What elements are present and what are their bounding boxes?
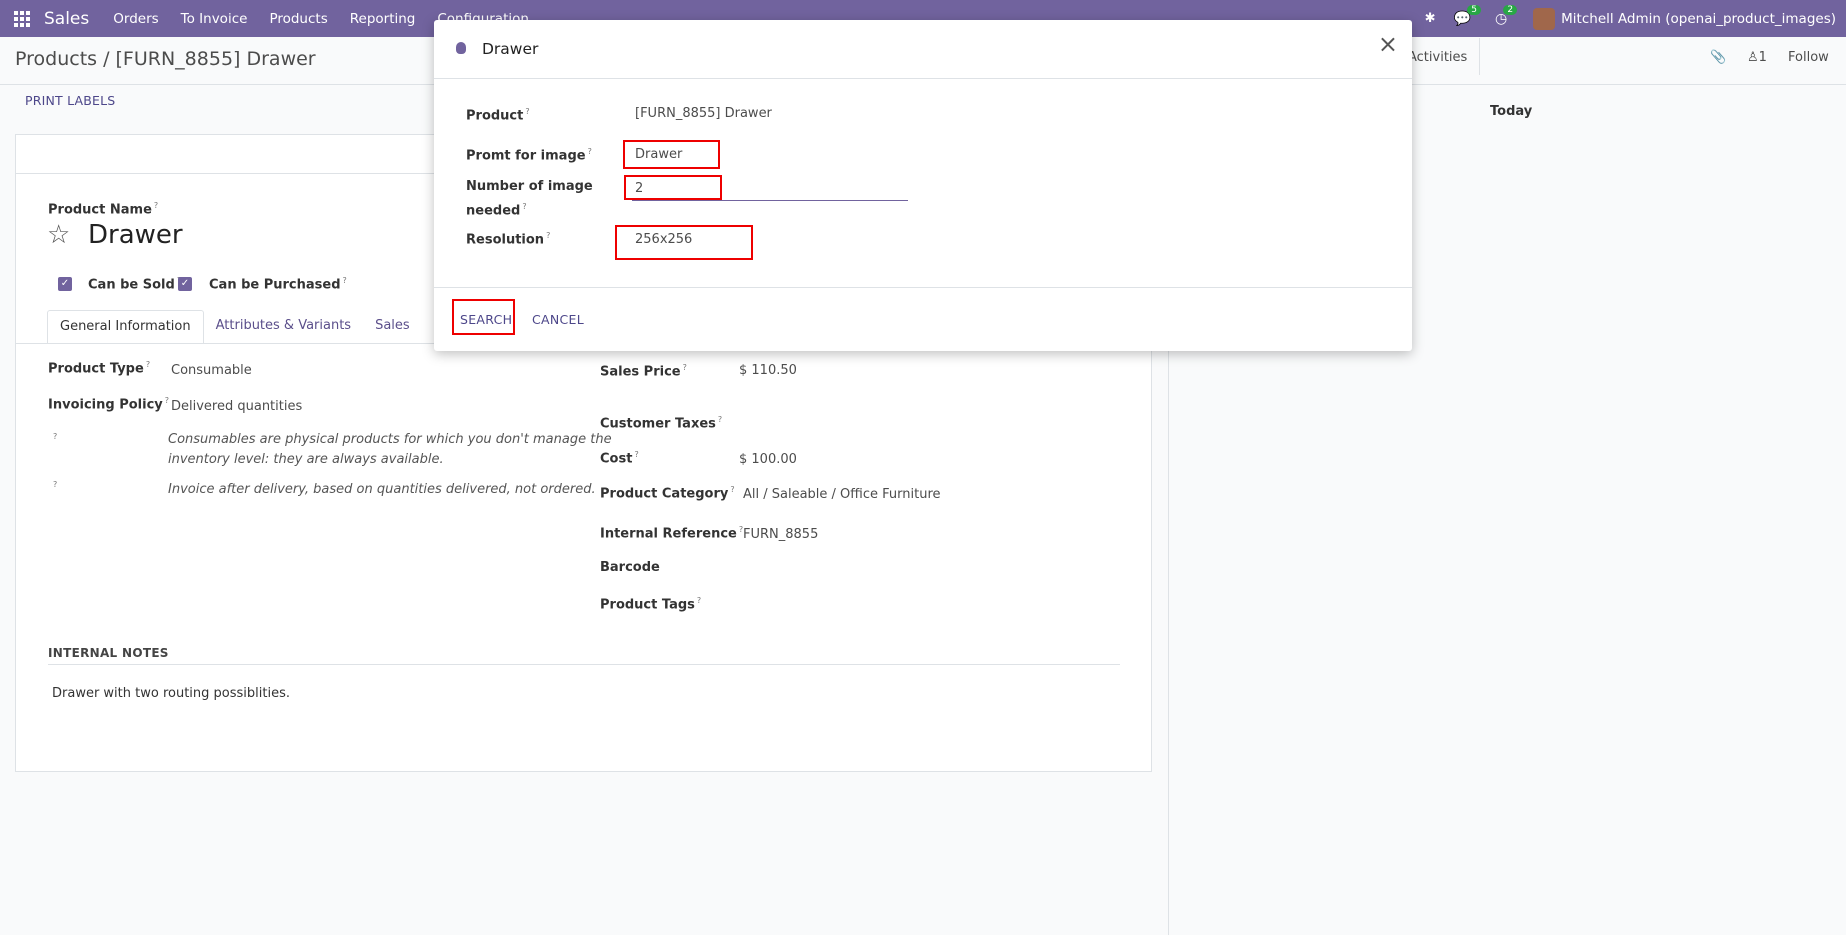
dialog-header: Drawer × (434, 20, 1412, 79)
product-label: Product? (466, 107, 530, 124)
prompt-label: Promt for image? (466, 147, 592, 164)
resolution-select[interactable]: 256x256 (635, 232, 692, 247)
product-value: [FURN_8855] Drawer (635, 106, 772, 121)
prompt-input[interactable]: Drawer (635, 147, 682, 162)
close-icon[interactable]: × (1378, 32, 1398, 56)
search-button[interactable]: SEARCH (460, 312, 512, 327)
image-dialog: Drawer × Product? [FURN_8855] Drawer Pro… (434, 20, 1412, 351)
cancel-button[interactable]: CANCEL (532, 312, 584, 327)
resolution-label: Resolution? (466, 231, 551, 248)
num-images-label: Number of image needed? (466, 179, 593, 219)
divider (434, 287, 1412, 288)
num-images-input[interactable]: 2 (635, 181, 643, 196)
bug-icon (456, 42, 466, 54)
num-images-underline (632, 200, 908, 201)
dialog-title: Drawer (482, 40, 539, 58)
